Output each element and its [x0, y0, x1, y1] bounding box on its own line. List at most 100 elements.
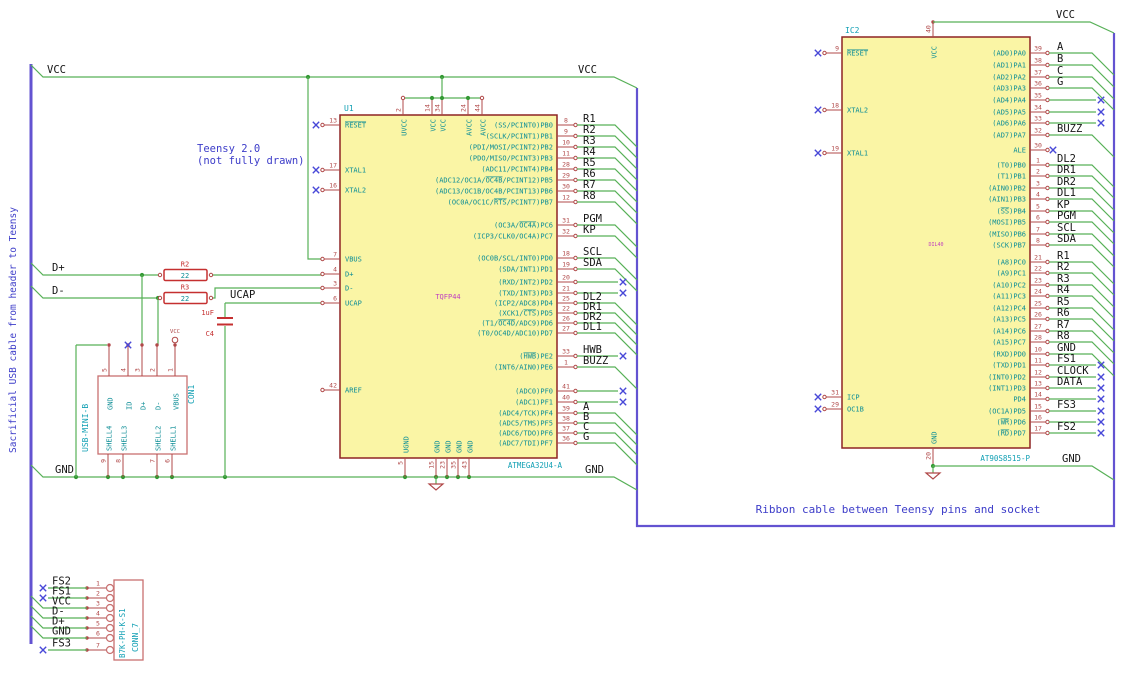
net-label: DL1	[583, 321, 602, 333]
net-label-vcc: VCC	[1056, 9, 1075, 21]
net-label-vcc: VCC	[578, 64, 597, 76]
connector-pin-circle	[105, 583, 115, 593]
pin-name: (INT1)PD3	[988, 385, 1026, 393]
pin-end-circle	[1045, 219, 1050, 225]
pin-end-circle	[1045, 339, 1050, 345]
pin-end-circle	[1045, 328, 1050, 334]
net-label: R6	[1057, 307, 1070, 319]
net-label: FS1	[1057, 353, 1076, 365]
con1-value: USB-MINI-B	[81, 404, 90, 452]
pin-number: 38	[562, 415, 570, 423]
ic2-ref: IC2	[845, 26, 860, 35]
pin-name: GND	[434, 440, 442, 453]
net-label-gnd: GND	[585, 464, 604, 476]
pin-end-circle	[1045, 120, 1050, 126]
pin-number: 36	[562, 435, 570, 443]
note-teensy-2: (not fully drawn)	[197, 155, 304, 167]
pin-number: 25	[562, 295, 570, 303]
net-label-dplus: D+	[52, 262, 65, 274]
pin-end-circle	[573, 399, 578, 405]
no-connect-icon	[39, 584, 47, 592]
no-connect-icon	[39, 594, 47, 602]
net-label: FS3	[1057, 399, 1076, 411]
pin-number: 36	[1034, 80, 1042, 88]
pin-end-circle	[573, 222, 578, 228]
net-label: A	[1057, 41, 1064, 53]
pin-end-circle	[1045, 408, 1050, 414]
pin-number: 4	[120, 368, 128, 372]
pin-dot	[107, 343, 111, 347]
pin-name: (XCK1/CTS)PD5	[498, 310, 553, 318]
pin-end-circle	[1045, 316, 1050, 322]
pin-name: XTAL2	[345, 187, 366, 195]
pin-name: (A9)PC1	[996, 270, 1026, 278]
pin-name: SHELL4	[106, 426, 114, 451]
net-label: SDA	[583, 257, 603, 269]
pin-name: (AD2)PA2	[992, 74, 1026, 82]
wire	[933, 465, 1115, 481]
pin-number: 28	[1034, 334, 1042, 342]
no-connect-icon	[1097, 108, 1105, 116]
connector-pin-circle	[105, 593, 115, 603]
pin-name: AVCC	[466, 119, 474, 136]
pin-number: 16	[1034, 414, 1042, 422]
pin-number: 38	[1034, 57, 1042, 65]
schematic-canvas: VCC VCCGND GNDD+D- UCAPR222R3221uFC4U1TQFP4…	[8, 9, 1116, 661]
pin-number: 22	[562, 305, 570, 313]
pin-number: 12	[1034, 369, 1042, 377]
connector-pin-circle	[105, 613, 115, 623]
net-label: GND	[52, 626, 71, 638]
pin-number: 8	[564, 117, 568, 125]
pin-number: 3	[1036, 180, 1040, 188]
pin-name: (A12)PC4	[992, 305, 1026, 313]
net-label-dminus: D-	[52, 285, 65, 297]
pin-name: SHELL1	[170, 426, 178, 451]
pin-number: 8	[115, 459, 123, 463]
pin-name: VCC	[931, 46, 939, 59]
pin-number: 37	[1034, 69, 1042, 77]
pin-number: 35	[1034, 92, 1042, 100]
pin-name: (T0/OC4D/ADC10)PD7	[477, 330, 553, 338]
pin-end-circle	[1045, 396, 1050, 402]
pin-end-circle	[573, 320, 578, 326]
pin-end-circle	[157, 295, 163, 301]
net-label: KP	[583, 224, 596, 236]
resistor-ref: R3	[181, 284, 189, 292]
pin-name: (ICP3/CLK0/OC4A)PC7	[473, 233, 553, 241]
wire	[30, 285, 160, 299]
pin-number: 17	[329, 162, 337, 170]
pin-end-circle	[1045, 74, 1050, 80]
pin-number: 15	[1034, 403, 1042, 411]
pin-dot	[140, 343, 144, 347]
pin-end-circle	[157, 272, 163, 278]
no-connect-icon	[312, 121, 320, 129]
pin-end-circle	[320, 285, 325, 291]
pin-number: 1	[1036, 157, 1040, 165]
pin-end-circle	[573, 300, 578, 306]
pin-name: (ADC13/OC1B/OC4B/PCINT13)PB6	[435, 188, 553, 196]
pin-dot	[155, 343, 159, 347]
pin-name: (AD3)PA3	[992, 85, 1026, 93]
no-connect-icon	[814, 106, 822, 114]
pin-name: XTAL2	[847, 107, 868, 115]
pin-name: (TXD)PD1	[992, 362, 1026, 370]
pin-name: VBUS	[173, 393, 181, 410]
pin-end-circle	[1045, 305, 1050, 311]
pin-number: 4	[333, 266, 337, 274]
pin-number: 29	[831, 401, 839, 409]
pin-name: (RXD)PD0	[992, 351, 1026, 359]
pin-number: 3	[134, 368, 142, 372]
schematic-page: VCC VCC GND GND D+ D- UCAP R2 22 R3 22 1uF C4 U1 TQFP4…	[0, 0, 1131, 690]
pin-dot	[173, 343, 177, 347]
wire	[211, 287, 324, 299]
pin-number: 5	[96, 620, 100, 628]
pin-end-circle	[320, 122, 325, 128]
no-connect-icon	[1097, 384, 1105, 392]
pin-name: SHELL3	[121, 426, 129, 451]
pin-number: 25	[1034, 300, 1042, 308]
pin-end-circle	[479, 95, 485, 101]
note-teensy-1: Teensy 2.0	[197, 143, 260, 155]
pin-end-circle	[1045, 351, 1050, 357]
pin-name: (SS/PCINT0)PB0	[494, 122, 553, 130]
pin-end-circle	[1045, 282, 1050, 288]
